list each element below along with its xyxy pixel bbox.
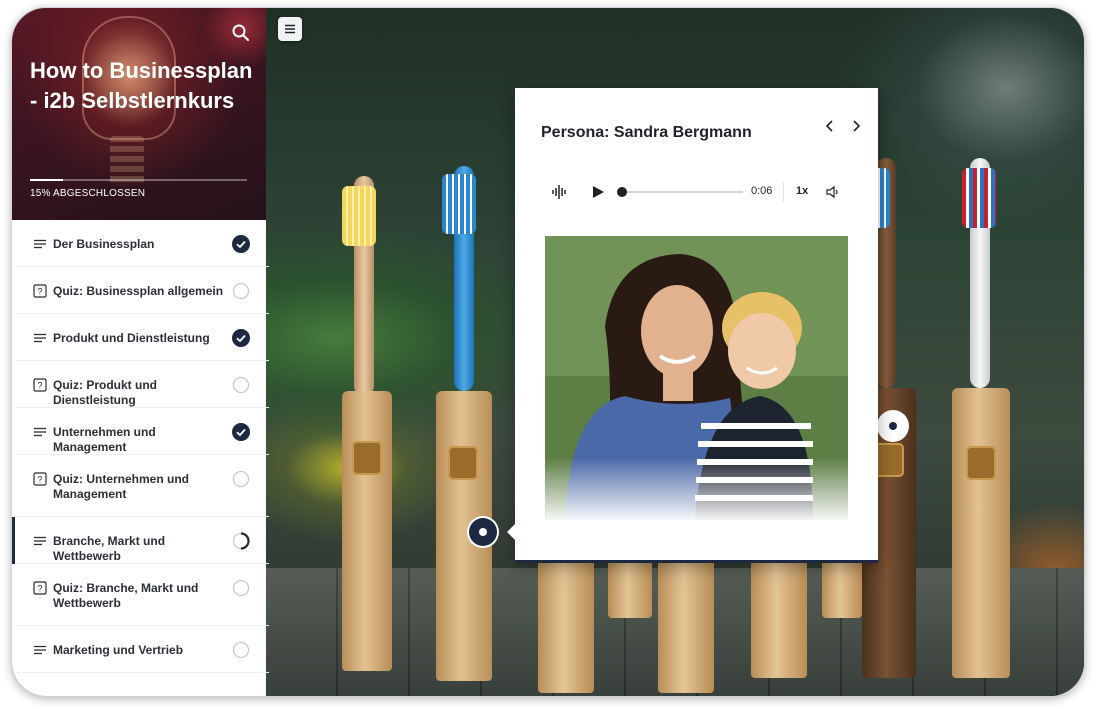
course-sidebar: How to Businessplan - i2b Selbstlernkurs… — [12, 8, 269, 696]
audio-time: 0:06 — [751, 185, 773, 197]
course-progress-label: 15% ABGESCHLOSSEN — [30, 188, 146, 199]
empty-circle-icon — [232, 641, 250, 659]
check-circle-icon — [232, 329, 250, 347]
check-circle-icon — [232, 423, 250, 441]
toothbrush-stump-image — [538, 558, 594, 693]
lesson-label: Produkt und Dienstleistung — [53, 331, 210, 345]
empty-circle-icon — [232, 579, 250, 597]
play-icon — [593, 186, 604, 198]
hotspot-marker[interactable] — [879, 412, 907, 440]
lesson-item[interactable]: ? Quiz: Produkt und Dienstleistung — [12, 361, 269, 408]
lesson-item[interactable]: Marketing und Vertrieb — [12, 626, 269, 673]
lines-icon — [34, 427, 46, 437]
empty-circle-icon — [232, 470, 250, 488]
toothbrush-stump-image — [658, 558, 714, 693]
svg-text:?: ? — [37, 584, 42, 594]
popup-pointer — [507, 524, 515, 540]
chevron-left-icon — [825, 120, 833, 132]
question-box-icon: ? — [33, 284, 47, 298]
lines-icon — [34, 333, 46, 343]
toothbrush-stump-image — [608, 558, 652, 618]
audio-divider — [783, 182, 784, 202]
lesson-label: Unternehmen und Management — [53, 425, 156, 454]
empty-circle-icon — [232, 282, 250, 300]
audio-seek-bar[interactable] — [621, 191, 743, 193]
hamburger-menu-icon — [285, 24, 295, 34]
course-progress-bar — [30, 179, 247, 181]
volume-icon[interactable] — [825, 184, 841, 200]
question-box-icon: ? — [33, 581, 47, 595]
lesson-item[interactable]: Der Businessplan — [12, 220, 269, 267]
lesson-label: Branche, Markt und Wettbewerb — [53, 534, 166, 563]
lesson-item[interactable]: ? Quiz: Businessplan allgemein — [12, 267, 269, 314]
lesson-item[interactable]: Unternehmen und Management — [12, 408, 269, 455]
lesson-label: Quiz: Unternehmen und Management — [53, 472, 189, 501]
next-button[interactable] — [846, 116, 866, 136]
lesson-label: Marketing und Vertrieb — [53, 643, 184, 657]
lesson-item[interactable]: ? Quiz: Branche, Markt und Wettbewerb — [12, 564, 269, 626]
persona-photo — [545, 236, 848, 520]
toothbrush-stump-image — [822, 558, 862, 618]
lesson-label: Quiz: Produkt und Dienstleistung — [53, 378, 157, 407]
sidebar-header: How to Businessplan - i2b Selbstlernkurs… — [12, 8, 266, 220]
svg-text:?: ? — [37, 381, 42, 391]
svg-text:?: ? — [37, 287, 42, 297]
lesson-label: Der Businessplan — [53, 237, 155, 251]
previous-button[interactable] — [820, 116, 840, 136]
lesson-item[interactable]: Produkt und Dienstleistung — [12, 314, 269, 361]
partial-circle-icon — [232, 532, 250, 550]
app-window: How to Businessplan - i2b Selbstlernkurs… — [12, 8, 1084, 696]
course-progress-fill — [30, 179, 63, 181]
lesson-label: Quiz: Branche, Markt und Wettbewerb — [53, 581, 199, 610]
lines-icon — [34, 536, 46, 546]
lesson-label: Quiz: Businessplan allgemein — [53, 284, 224, 298]
toothbrush-stump-image — [751, 558, 807, 678]
empty-circle-icon — [232, 376, 250, 394]
popup-title: Persona: Sandra Bergmann — [541, 124, 752, 141]
chevron-right-icon — [853, 120, 861, 132]
hotspot-marker-active[interactable] — [469, 518, 497, 546]
playback-speed-button[interactable]: 1x — [796, 185, 808, 197]
play-button[interactable] — [591, 185, 605, 199]
svg-text:?: ? — [37, 475, 42, 485]
lesson-item[interactable]: ? Quiz: Unternehmen und Management — [12, 455, 269, 517]
question-box-icon: ? — [33, 472, 47, 486]
lesson-divider — [15, 672, 269, 673]
audio-seek-handle[interactable] — [617, 187, 627, 197]
menu-button[interactable] — [278, 17, 302, 41]
lines-icon — [34, 645, 46, 655]
persona-popup: Persona: Sandra Bergmann 0:06 1x — [507, 88, 878, 563]
check-circle-icon — [232, 235, 250, 253]
search-icon[interactable] — [230, 22, 252, 44]
lesson-item[interactable]: Branche, Markt und Wettbewerb — [12, 517, 269, 564]
course-title: How to Businessplan - i2b Selbstlernkurs — [30, 58, 253, 113]
lines-icon — [34, 239, 46, 249]
audio-player: 0:06 1x — [551, 180, 851, 204]
question-box-icon: ? — [33, 378, 47, 392]
waveform-icon — [551, 183, 569, 201]
